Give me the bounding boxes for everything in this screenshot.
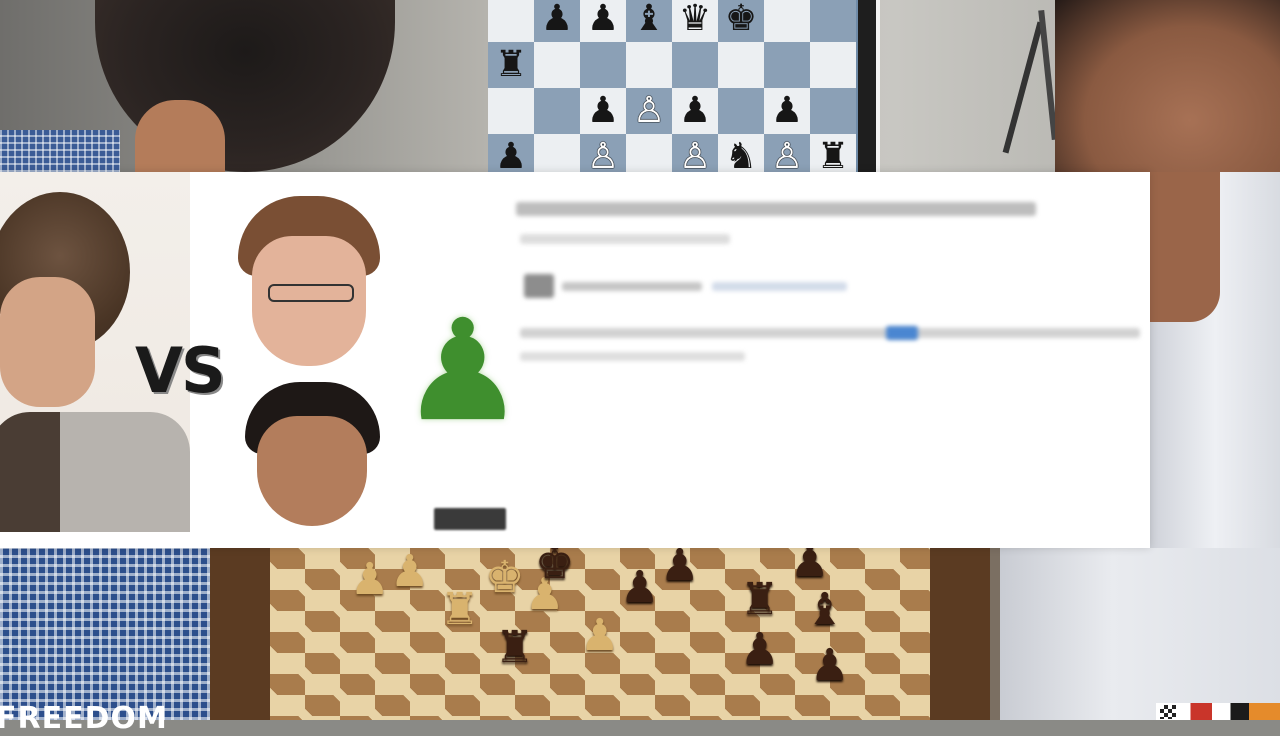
- board-square: [580, 42, 626, 88]
- channel-avatar[interactable]: [524, 274, 554, 298]
- physical-piece: ♟: [810, 641, 850, 690]
- board-square: [534, 42, 580, 88]
- board-square: [534, 88, 580, 134]
- video-overlay-card[interactable]: VS ♟: [0, 172, 1150, 548]
- blurred-video-title[interactable]: [516, 202, 1036, 216]
- black-piece: ♟: [540, 0, 574, 39]
- board-square: ♙: [672, 134, 718, 172]
- black-piece: ♜: [816, 136, 850, 172]
- blurred-video-meta: [520, 234, 730, 244]
- chess-logo-icon: [1160, 705, 1176, 719]
- board-square: ♟: [580, 0, 626, 42]
- board-square: ♟: [534, 0, 580, 42]
- board-square: ♟: [580, 88, 626, 134]
- physical-piece: ♜: [440, 585, 480, 634]
- black-piece: ♜: [494, 44, 528, 85]
- board-square: [672, 42, 718, 88]
- board-square: [718, 88, 764, 134]
- physical-piece: ♟: [740, 625, 780, 674]
- white-piece: ♙: [678, 136, 712, 172]
- board-square: ♟: [672, 88, 718, 134]
- player-photo-top: [238, 196, 380, 368]
- photo-face: [257, 416, 367, 526]
- board-square: ♙: [626, 88, 672, 134]
- physical-piece: ♟: [580, 611, 620, 660]
- blurred-description: [520, 328, 1140, 338]
- board-square: [810, 88, 856, 134]
- photo-face: [0, 277, 95, 407]
- black-piece: ♟: [586, 0, 620, 39]
- black-piece: ♞: [724, 136, 758, 172]
- left-player-face: [135, 100, 225, 172]
- physical-piece: ♚: [485, 553, 525, 602]
- board-square: ♝: [626, 0, 672, 42]
- board-square: ♙: [764, 134, 810, 172]
- board-square: [810, 0, 856, 42]
- physical-piece: ♜: [740, 575, 780, 624]
- player-photo-bottom: [245, 382, 380, 527]
- physical-piece: ♝: [805, 585, 845, 634]
- black-piece: ♟: [770, 90, 804, 131]
- board-square: [810, 42, 856, 88]
- physical-piece: ♟: [660, 541, 700, 590]
- board-square: ♟: [764, 88, 810, 134]
- board-square: [764, 0, 810, 42]
- right-player-head: [1055, 0, 1280, 172]
- blurred-channel-link[interactable]: [712, 282, 847, 291]
- photo-glasses: [268, 284, 354, 302]
- green-pawn-icon: ♟: [400, 290, 526, 453]
- photo-jacket: [0, 412, 190, 532]
- board-square: [626, 134, 672, 172]
- physical-piece: ♟: [350, 555, 390, 604]
- board-square: [534, 134, 580, 172]
- physical-piece: ♟: [620, 563, 660, 612]
- physical-chess-board: ♟ ♟ ♜ ♚ ♟ ♚ ♜ ♟ ♟ ♟ ♜ ♟ ♝ ♟ ♟: [270, 540, 930, 720]
- channel-watermark: FREEDOM: [0, 701, 168, 736]
- video-frame: ♟ ♟ ♝ ♛ ♚ ♜ ♟ ♙ ♟ ♟ ♟ ♙ ♙ ♞ ♙ ♜ ♟ ♟ ♜ ♚ ♟ ♚ ♜ ♟ ♟ ♟ ♜ ♟…: [0, 0, 1280, 734]
- black-piece: ♟: [494, 136, 528, 172]
- physical-piece: ♚: [535, 539, 575, 588]
- board-square: [626, 42, 672, 88]
- blurred-description-line2: [520, 352, 745, 361]
- board-square: ♞: [718, 134, 764, 172]
- board-square: ♙: [580, 134, 626, 172]
- black-piece: ♚: [724, 0, 758, 39]
- white-piece: ♙: [632, 90, 666, 131]
- blurred-description-link[interactable]: [886, 326, 918, 340]
- board-square: [718, 42, 764, 88]
- board-square: ♟: [488, 134, 534, 172]
- right-player-chin: [1150, 172, 1220, 322]
- board-square: [764, 42, 810, 88]
- physical-piece: ♟: [390, 547, 430, 596]
- digital-chess-board: ♟ ♟ ♝ ♛ ♚ ♜ ♟ ♙ ♟ ♟ ♟ ♙ ♙ ♞ ♙ ♜: [488, 0, 858, 172]
- board-square: ♜: [810, 134, 856, 172]
- black-piece: ♟: [586, 90, 620, 131]
- black-piece: ♟: [678, 90, 712, 131]
- left-player-shirt-top: [0, 130, 120, 172]
- versus-label: VS: [135, 334, 226, 407]
- physical-piece: ♜: [495, 623, 535, 672]
- blurred-channel-name[interactable]: [562, 282, 702, 291]
- black-piece: ♝: [632, 0, 666, 39]
- board-square: ♛: [672, 0, 718, 42]
- right-player-shirt: [1000, 548, 1280, 720]
- overlay-action-button[interactable]: [434, 508, 506, 530]
- board-square: [488, 88, 534, 134]
- board-square: ♚: [718, 0, 764, 42]
- white-piece: ♙: [586, 136, 620, 172]
- digital-board-frame: [858, 0, 880, 172]
- black-piece: ♛: [678, 0, 712, 39]
- board-square: [488, 0, 534, 42]
- board-square: ♜: [488, 42, 534, 88]
- white-piece: ♙: [770, 136, 804, 172]
